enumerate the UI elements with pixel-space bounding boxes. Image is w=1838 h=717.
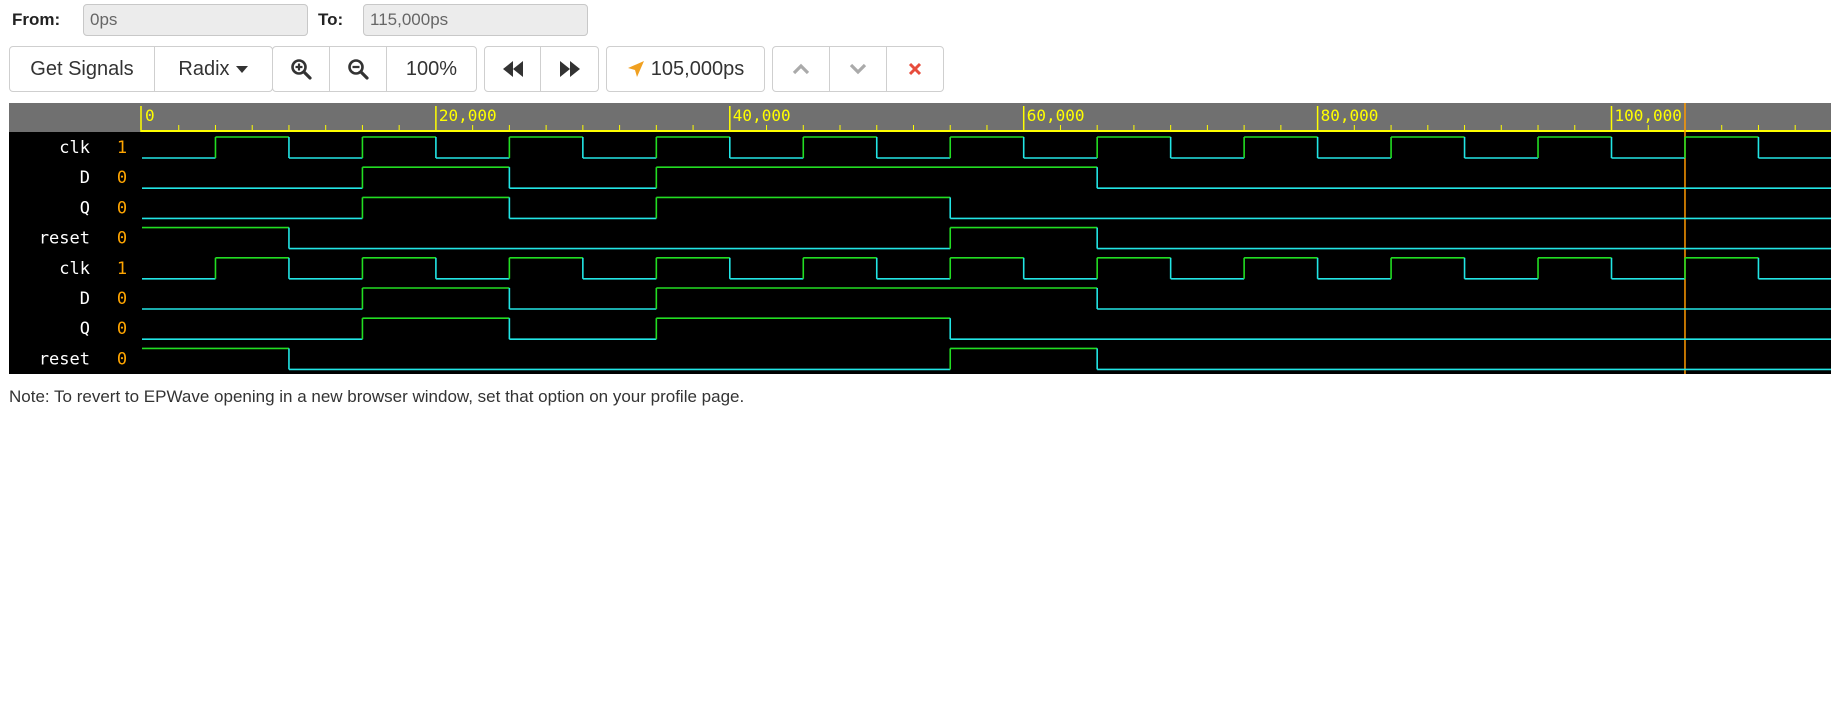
get-signals-button[interactable]: Get Signals xyxy=(10,47,155,91)
signal-name-clk[interactable]: clk xyxy=(59,259,90,279)
location-arrow-icon xyxy=(627,61,644,77)
signal-value: 0 xyxy=(117,168,127,188)
cursor-time-label: 105,000ps xyxy=(650,57,745,80)
to-label: To: xyxy=(318,10,344,29)
radix-label: Radix xyxy=(178,57,230,80)
signal-value: 0 xyxy=(117,349,127,369)
signal-value: 1 xyxy=(117,138,127,158)
signal-value: 0 xyxy=(117,229,127,249)
toolbar: Get Signals Radix 100% 105,000ps xyxy=(0,46,1838,92)
signals-button-group: Get Signals Radix xyxy=(9,46,273,92)
caret-down-icon xyxy=(235,65,248,73)
timeline-tick-label: 100,000 xyxy=(1615,106,1682,125)
remove-signal-button[interactable] xyxy=(887,47,943,91)
zoom-level-label: 100% xyxy=(405,57,458,80)
zoom-in-button[interactable] xyxy=(273,47,330,91)
signal-name-q[interactable]: Q xyxy=(80,198,90,218)
zoom-in-icon xyxy=(291,59,312,80)
info-note: Note: To revert to EPWave opening in a n… xyxy=(9,387,745,406)
timeline-header xyxy=(9,103,1831,132)
move-down-button[interactable] xyxy=(830,47,887,91)
cursor-time-button[interactable]: 105,000ps xyxy=(607,47,764,91)
signal-name-reset[interactable]: reset xyxy=(39,349,90,369)
signal-name-d[interactable]: D xyxy=(80,168,90,188)
timeline-tick-label: 20,000 xyxy=(439,106,497,125)
timeline-tick-label: 80,000 xyxy=(1321,106,1379,125)
waveform-viewer[interactable]: 0 20,000 40,000 60,000 80,000 100,000 clk 1 D 0 Q 0… xyxy=(9,103,1831,374)
previous-edge-button[interactable] xyxy=(485,47,541,91)
signal-value: 0 xyxy=(117,198,127,218)
zoom-button-group: 100% xyxy=(272,46,477,92)
waveform-canvas[interactable]: 0 20,000 40,000 60,000 80,000 100,000 clk 1 D 0 Q 0… xyxy=(9,103,1831,374)
cursor-button-group: 105,000ps xyxy=(606,46,765,92)
chevron-down-icon xyxy=(849,63,867,75)
signal-name-q[interactable]: Q xyxy=(80,319,90,339)
move-up-button[interactable] xyxy=(773,47,830,91)
timeline-tick-label: 40,000 xyxy=(733,106,791,125)
to-input[interactable] xyxy=(363,4,588,36)
zoom-out-icon xyxy=(348,59,369,80)
next-edge-button[interactable] xyxy=(541,47,598,91)
chevron-up-icon xyxy=(792,63,810,75)
timeline-tick-label: 60,000 xyxy=(1027,106,1085,125)
zoom-level-button[interactable]: 100% xyxy=(387,47,476,91)
signal-name-reset[interactable]: reset xyxy=(39,229,90,249)
from-label: From: xyxy=(12,10,61,29)
from-input[interactable] xyxy=(83,4,308,36)
signal-name-clk[interactable]: clk xyxy=(59,138,90,158)
close-icon xyxy=(908,62,922,76)
signal-order-button-group xyxy=(772,46,944,92)
get-signals-label: Get Signals xyxy=(30,57,134,80)
forward-icon xyxy=(559,61,580,77)
signal-name-d[interactable]: D xyxy=(80,289,90,309)
backward-icon xyxy=(502,61,523,77)
time-range-bar: From: To: xyxy=(0,0,1838,40)
signal-value: 1 xyxy=(117,259,127,279)
timeline-tick-label: 0 xyxy=(145,106,155,125)
signal-value: 0 xyxy=(117,319,127,339)
navigation-button-group xyxy=(484,46,599,92)
signal-value: 0 xyxy=(117,289,127,309)
radix-dropdown[interactable]: Radix xyxy=(155,47,271,91)
zoom-out-button[interactable] xyxy=(330,47,387,91)
